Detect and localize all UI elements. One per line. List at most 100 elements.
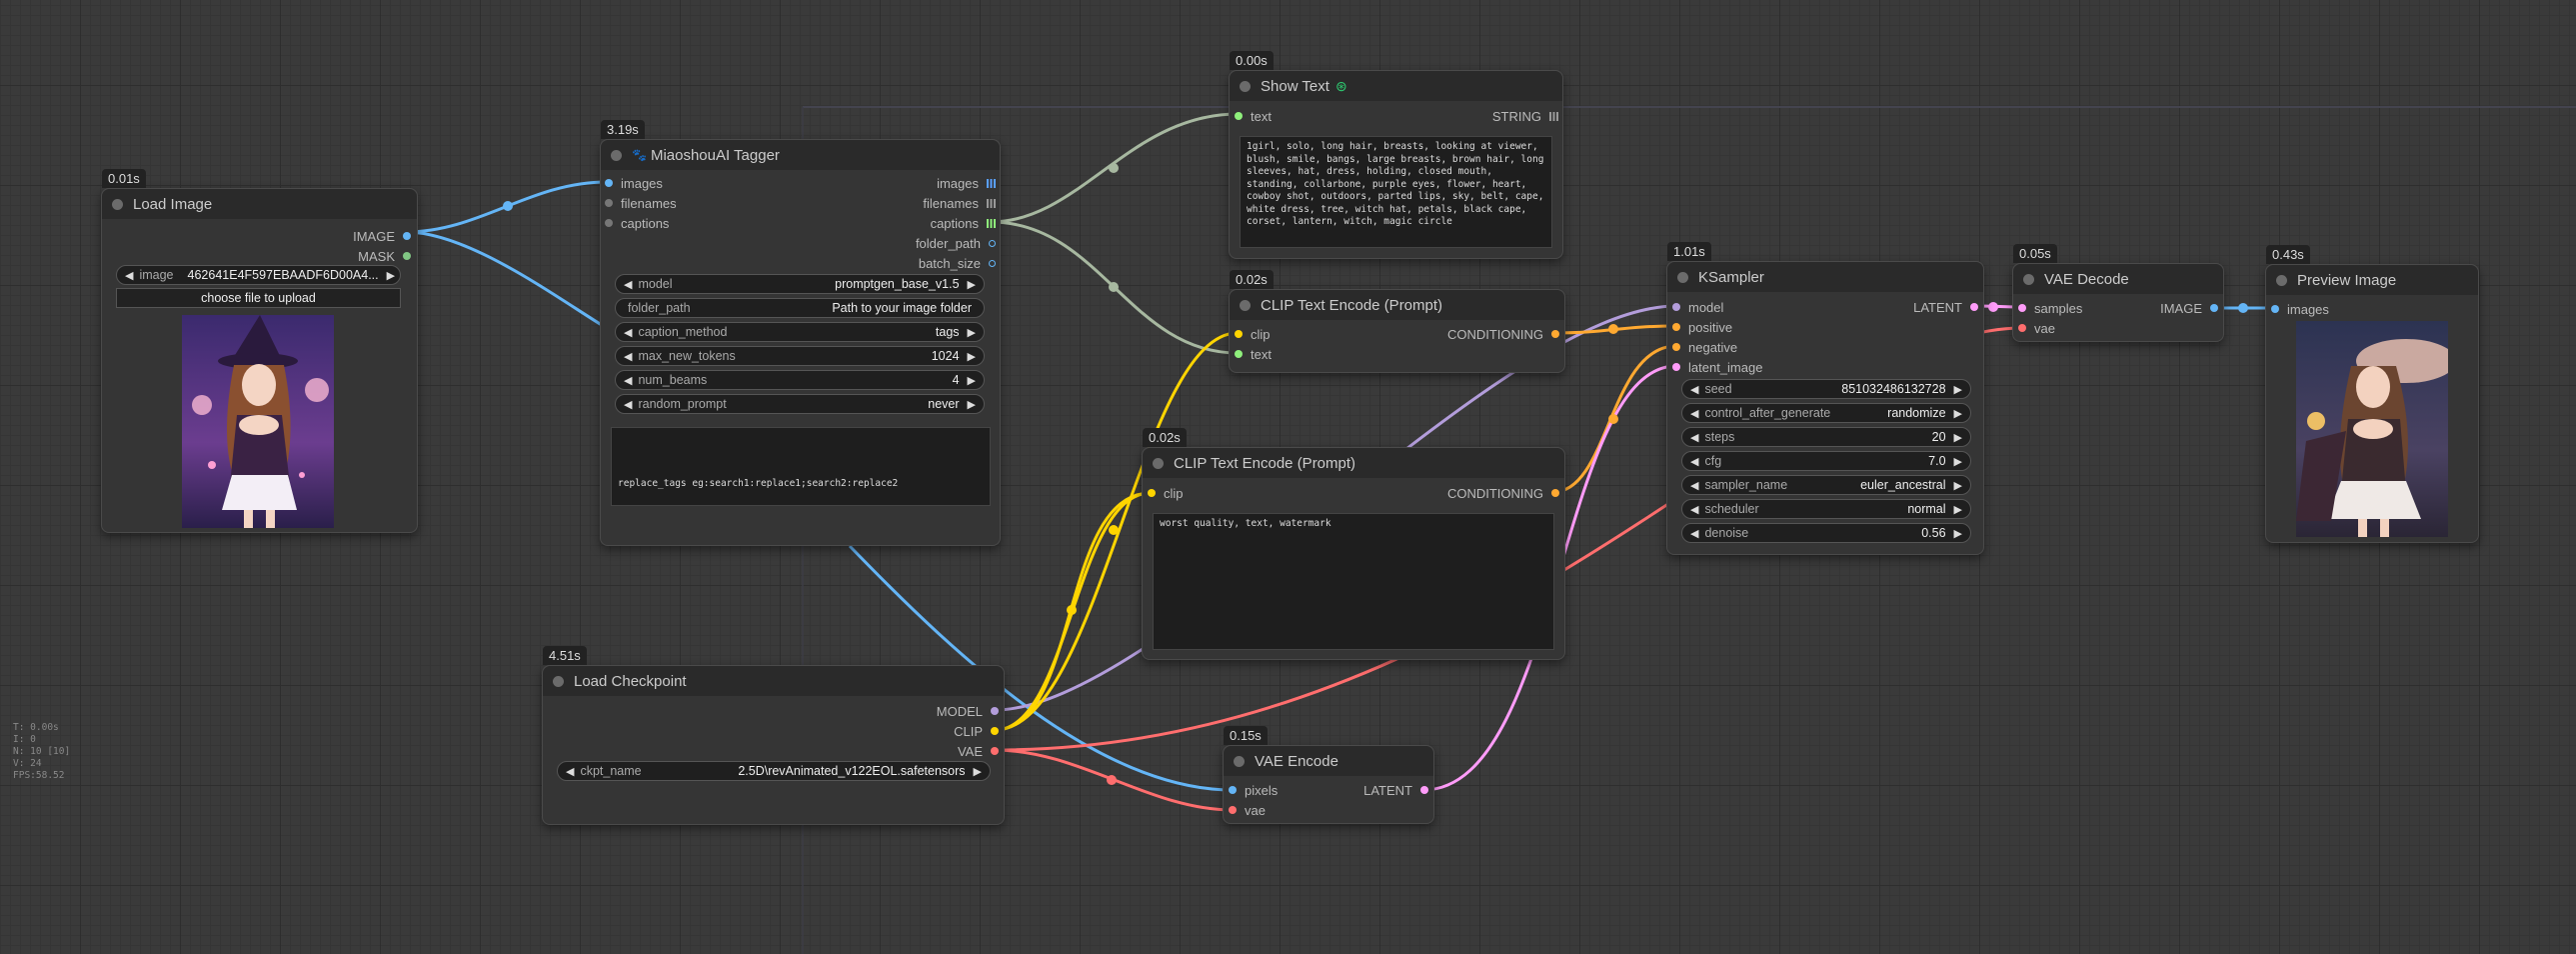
output-conditioning[interactable]: CONDITIONING <box>1447 484 1559 502</box>
max-new-tokens-widget[interactable]: ◀ max_new_tokens 1024 ▶ <box>615 346 985 366</box>
show-text-output[interactable]: 1girl, solo, long hair, breasts, looking… <box>1240 136 1552 248</box>
output-conditioning[interactable]: CONDITIONING <box>1447 325 1559 343</box>
node-header[interactable]: CLIP Text Encode (Prompt) <box>1143 448 1564 478</box>
image-select-widget[interactable]: ◀ image 462641E4F597EBAADF6D00A4... ▶ <box>116 265 401 285</box>
node-header[interactable]: 🐾 MiaoshouAI Tagger <box>601 140 1000 170</box>
collapse-dot-icon[interactable] <box>553 675 564 687</box>
steps-widget[interactable]: ◀ steps 20 ▶ <box>1681 427 1971 447</box>
output-images[interactable]: images <box>937 174 996 192</box>
output-image[interactable]: IMAGE <box>2160 299 2218 317</box>
output-mask[interactable]: MASK <box>358 247 411 265</box>
arrow-left-icon[interactable]: ◀ <box>1690 431 1698 444</box>
arrow-left-icon[interactable]: ◀ <box>566 765 574 778</box>
socket-icon[interactable] <box>2018 304 2026 312</box>
input-latent-image[interactable]: latent_image <box>1672 358 1762 376</box>
socket-icon[interactable] <box>1672 343 1680 351</box>
arrow-left-icon[interactable]: ◀ <box>1690 479 1698 492</box>
arrow-left-icon[interactable]: ◀ <box>1690 503 1698 516</box>
arrow-right-icon[interactable]: ▶ <box>1954 431 1962 444</box>
denoise-widget[interactable]: ◀ denoise 0.56 ▶ <box>1681 523 1971 543</box>
socket-icon[interactable] <box>991 727 999 735</box>
output-captions[interactable]: captions <box>931 214 996 232</box>
socket-icon[interactable] <box>991 707 999 715</box>
input-clip[interactable]: clip <box>1148 484 1184 502</box>
seed-widget[interactable]: ◀ seed 851032486132728 ▶ <box>1681 379 1971 399</box>
socket-icon[interactable] <box>991 747 999 755</box>
socket-icon[interactable] <box>989 259 996 267</box>
arrow-left-icon[interactable]: ◀ <box>624 374 632 387</box>
arrow-left-icon[interactable]: ◀ <box>624 350 632 363</box>
node-header[interactable]: VAE Encode <box>1224 746 1433 776</box>
sampler-name-widget[interactable]: ◀ sampler_name euler_ancestral ▶ <box>1681 475 1971 495</box>
input-pixels[interactable]: pixels <box>1229 781 1278 799</box>
list-socket-icon[interactable] <box>1549 111 1558 121</box>
node-header[interactable]: KSampler <box>1667 262 1983 292</box>
node-header[interactable]: CLIP Text Encode (Prompt) <box>1230 290 1564 320</box>
ksampler-node[interactable]: 1.01s KSampler model positive negative l… <box>1666 242 1984 555</box>
arrow-right-icon[interactable]: ▶ <box>968 398 976 411</box>
collapse-dot-icon[interactable] <box>1234 755 1245 767</box>
replace-tags-textarea[interactable]: replace_tags eg:search1:replace1;search2… <box>611 427 991 506</box>
arrow-right-icon[interactable]: ▶ <box>968 374 976 387</box>
scheduler-widget[interactable]: ◀ scheduler normal ▶ <box>1681 499 1971 519</box>
output-image[interactable]: IMAGE <box>353 227 411 245</box>
socket-icon[interactable] <box>1235 330 1243 338</box>
socket-icon[interactable] <box>403 232 411 240</box>
vae-decode-node[interactable]: 0.05s VAE Decode samples vae IMAGE <box>2012 244 2224 342</box>
arrow-right-icon[interactable]: ▶ <box>1954 455 1962 468</box>
show-text-node[interactable]: 0.00s Show Text ⊛ text STRING 1girl, solo… <box>1229 51 1563 259</box>
input-images[interactable]: images <box>2271 300 2329 318</box>
socket-icon[interactable] <box>989 239 996 247</box>
cfg-widget[interactable]: ◀ cfg 7.0 ▶ <box>1681 451 1971 471</box>
miaoshouai-tagger-node[interactable]: 3.19s 🐾 MiaoshouAI Tagger images filename… <box>600 120 1001 546</box>
input-images[interactable]: images <box>605 174 663 192</box>
socket-icon[interactable] <box>1551 330 1559 338</box>
output-latent[interactable]: LATENT <box>1363 781 1428 799</box>
socket-icon[interactable] <box>1551 489 1559 497</box>
load-image-node[interactable]: 0.01s Load Image IMAGE MASK ◀ image 4626… <box>101 169 418 533</box>
arrow-left-icon[interactable]: ◀ <box>624 398 632 411</box>
arrow-right-icon[interactable]: ▶ <box>1954 383 1962 396</box>
arrow-right-icon[interactable]: ▶ <box>1954 503 1962 516</box>
node-header[interactable]: Load Image <box>102 189 417 219</box>
folder-path-widget[interactable]: folder_path Path to your image folder <box>615 298 985 318</box>
collapse-dot-icon[interactable] <box>2023 273 2034 285</box>
preview-image-node[interactable]: 0.43s Preview Image images <box>2265 245 2479 543</box>
collapse-dot-icon[interactable] <box>112 198 123 210</box>
socket-icon[interactable] <box>605 219 613 227</box>
ckpt-name-widget[interactable]: ◀ ckpt_name 2.5D\revAnimated_v122EOL.safet… <box>557 761 991 781</box>
clip-text-encode-positive-node[interactable]: 0.02s CLIP Text Encode (Prompt) clip tex… <box>1229 270 1565 373</box>
arrow-left-icon[interactable]: ◀ <box>624 326 632 339</box>
socket-icon[interactable] <box>2018 324 2026 332</box>
arrow-left-icon[interactable]: ◀ <box>624 278 632 291</box>
input-vae[interactable]: vae <box>2018 319 2055 337</box>
input-text[interactable]: text <box>1235 107 1272 125</box>
arrow-right-icon[interactable]: ▶ <box>968 278 976 291</box>
vae-encode-node[interactable]: 0.15s VAE Encode pixels vae LATENT <box>1223 726 1434 824</box>
input-text[interactable]: text <box>1235 345 1272 363</box>
socket-icon[interactable] <box>1235 112 1243 120</box>
arrow-left-icon[interactable]: ◀ <box>1690 455 1698 468</box>
output-batch-size[interactable]: batch_size <box>919 254 996 272</box>
arrow-right-icon[interactable]: ▶ <box>974 765 982 778</box>
input-filenames[interactable]: filenames <box>605 194 677 212</box>
arrow-left-icon[interactable]: ◀ <box>1690 407 1698 420</box>
arrow-right-icon[interactable]: ▶ <box>387 269 395 282</box>
node-header[interactable]: Preview Image <box>2266 265 2478 295</box>
list-socket-icon[interactable] <box>987 198 996 208</box>
clip-text-encode-negative-node[interactable]: 0.02s CLIP Text Encode (Prompt) clip CON… <box>1142 428 1565 660</box>
socket-icon[interactable] <box>1229 786 1237 794</box>
collapse-dot-icon[interactable] <box>1153 457 1164 469</box>
socket-icon[interactable] <box>1970 303 1978 311</box>
socket-icon[interactable] <box>1672 303 1680 311</box>
collapse-dot-icon[interactable] <box>611 149 622 161</box>
input-negative[interactable]: negative <box>1672 338 1737 356</box>
negative-prompt-textarea[interactable]: worst quality, text, watermark <box>1153 513 1554 650</box>
socket-icon[interactable] <box>1672 363 1680 371</box>
socket-icon[interactable] <box>1229 806 1237 814</box>
arrow-left-icon[interactable]: ◀ <box>1690 527 1698 540</box>
socket-icon[interactable] <box>1672 323 1680 331</box>
list-socket-icon[interactable] <box>987 178 996 188</box>
node-header[interactable]: Load Checkpoint <box>543 666 1004 696</box>
arrow-right-icon[interactable]: ▶ <box>1954 407 1962 420</box>
